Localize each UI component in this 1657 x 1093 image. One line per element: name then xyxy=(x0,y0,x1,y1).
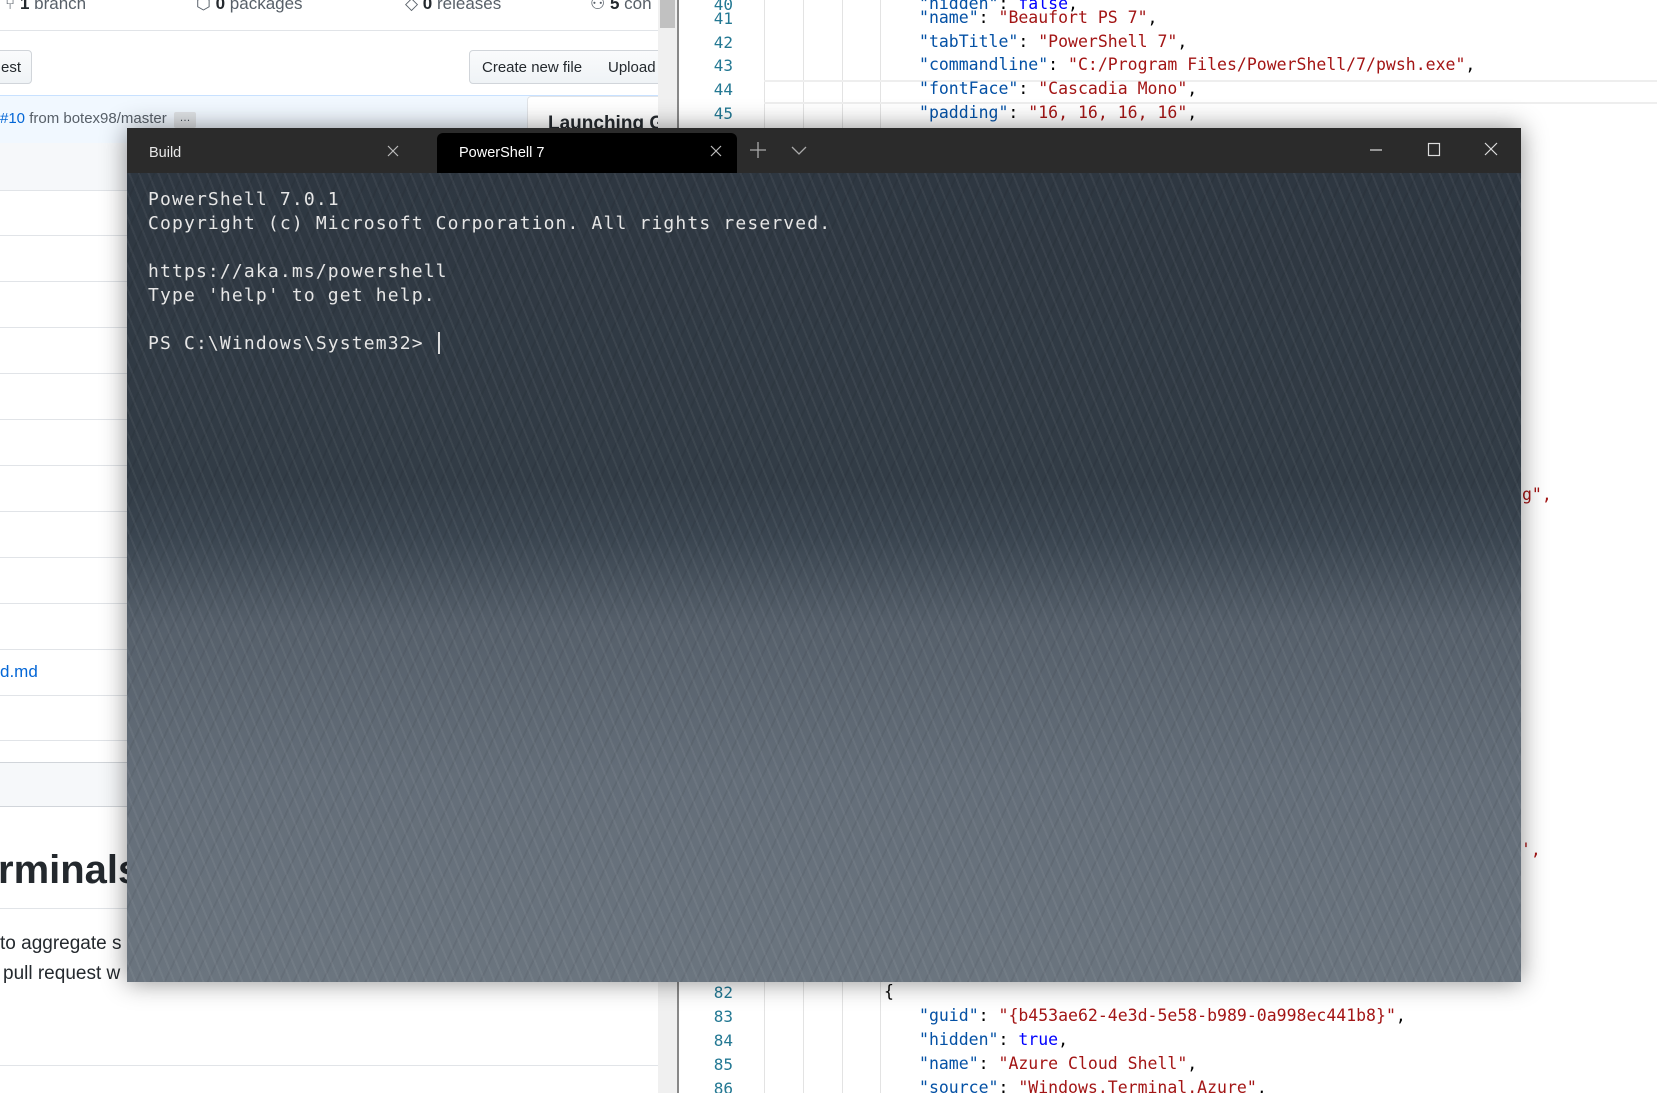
line-number: 41 xyxy=(713,9,733,28)
stat-branches[interactable]: ⑂ 1 branch xyxy=(5,0,86,14)
readme-heading: rminals xyxy=(0,848,141,892)
chevron-down-icon[interactable] xyxy=(785,136,813,164)
line-number: 45 xyxy=(713,104,733,123)
terminal-output: PowerShell 7.0.1 Copyright (c) Microsoft… xyxy=(148,189,832,354)
code-fragment: ', xyxy=(1521,840,1541,859)
divider xyxy=(0,30,658,31)
stat-packages[interactable]: ⬡ 0 packages xyxy=(196,0,303,14)
package-icon: ⬡ xyxy=(196,0,216,13)
line-number: 44 xyxy=(713,80,733,99)
minimize-icon[interactable] xyxy=(1362,136,1390,164)
code-line: "fontFace": "Cascadia Mono", xyxy=(919,79,1198,98)
tab-build[interactable]: Build xyxy=(127,133,437,173)
code-fragment: g", xyxy=(1522,485,1552,504)
code-line: "name": "Beaufort PS 7", xyxy=(919,8,1158,27)
line-number: 43 xyxy=(713,56,733,75)
people-icon: ⚇ xyxy=(590,0,610,13)
tab-label: PowerShell 7 xyxy=(459,145,545,161)
current-line-highlight xyxy=(764,80,1657,104)
code-line: "commandline": "C:/Program Files/PowerSh… xyxy=(919,55,1476,74)
divider xyxy=(0,1065,658,1066)
stat-label: branch xyxy=(34,0,87,13)
stat-label: packages xyxy=(229,0,303,13)
stat-contributors[interactable]: ⚇ 5 con xyxy=(590,0,652,14)
line-number: 83 xyxy=(713,1007,733,1026)
code-line: "padding": "16, 16, 16, 16", xyxy=(919,103,1198,122)
text-cursor xyxy=(437,332,440,354)
upload-files-button[interactable]: Upload xyxy=(596,50,658,84)
branch-icon: ⑂ xyxy=(5,0,20,13)
tab-bar: Build PowerShell 7 xyxy=(127,128,1521,173)
stat-label: releases xyxy=(437,0,502,13)
code-line: { xyxy=(884,982,894,1001)
stat-releases[interactable]: ◇ 0 releases xyxy=(405,0,501,14)
line-number: 85 xyxy=(713,1055,733,1074)
plus-icon[interactable] xyxy=(744,136,772,164)
code-line: "hidden": true, xyxy=(919,1030,1069,1049)
windows-terminal-window: Build PowerShell 7 PowerShell 7.0.1 Copy… xyxy=(127,128,1521,982)
code-line: "guid": "{b453ae62-4e3d-5e58-b989-0a998e… xyxy=(919,1006,1406,1025)
line-number: 42 xyxy=(713,33,733,52)
line-number: 86 xyxy=(713,1079,733,1093)
tab-label: Build xyxy=(149,145,182,161)
close-icon[interactable] xyxy=(708,143,724,159)
stat-label: con xyxy=(624,0,652,13)
file-link[interactable]: d.md xyxy=(0,662,38,682)
close-icon[interactable] xyxy=(385,143,401,159)
commit-more-button[interactable]: … xyxy=(174,112,196,128)
readme-text: pull request w xyxy=(3,963,121,984)
tab-powershell-7[interactable]: PowerShell 7 xyxy=(437,133,737,173)
maximize-icon[interactable] xyxy=(1420,136,1448,164)
commit-message[interactable]: #10 from botex98/master xyxy=(0,110,167,127)
code-line: "tabTitle": "PowerShell 7", xyxy=(919,32,1188,51)
create-new-file-button[interactable]: Create new file xyxy=(469,50,597,84)
line-number: 82 xyxy=(713,983,733,1002)
line-number: 84 xyxy=(713,1031,733,1050)
terminal-content[interactable]: PowerShell 7.0.1 Copyright (c) Microsoft… xyxy=(127,173,1521,982)
scrollbar-thumb[interactable] xyxy=(660,0,675,28)
close-window-icon[interactable] xyxy=(1477,136,1505,164)
code-line: "name": "Azure Cloud Shell", xyxy=(919,1054,1198,1073)
tag-icon: ◇ xyxy=(405,0,423,13)
pull-request-button[interactable]: est xyxy=(0,50,32,84)
code-line: "source": "Windows.Terminal.Azure", xyxy=(919,1078,1267,1093)
readme-text: to aggregate s xyxy=(0,933,122,954)
